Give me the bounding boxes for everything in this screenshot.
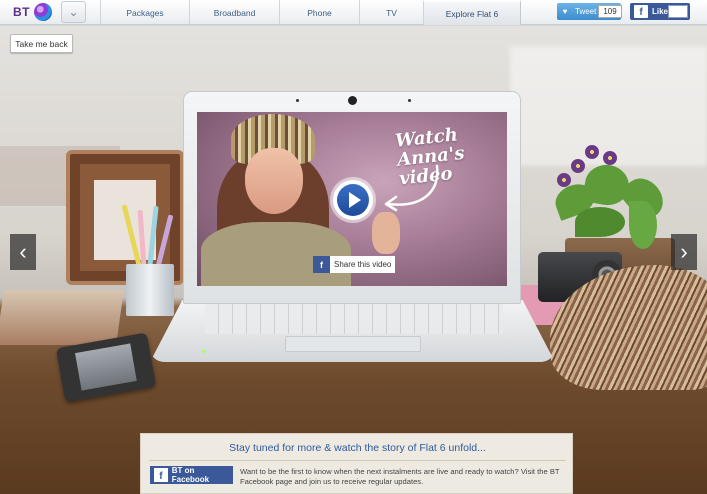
like-label: Like bbox=[652, 7, 669, 16]
chevron-double-down-icon[interactable]: ⌄ bbox=[61, 1, 86, 23]
main-nav: Packages Broadband Phone TV Explore Flat… bbox=[100, 0, 521, 25]
facebook-f-icon: f bbox=[634, 5, 648, 18]
laptop-keyboard bbox=[205, 304, 503, 334]
play-video-button[interactable] bbox=[333, 180, 373, 220]
chevron-right-icon[interactable]: › bbox=[671, 234, 697, 270]
tweet-count: 109 bbox=[598, 5, 622, 18]
nav-tab-broadband[interactable]: Broadband bbox=[189, 0, 279, 25]
logo-text: BT bbox=[13, 5, 30, 19]
bt-logo[interactable]: BT bbox=[0, 0, 60, 25]
info-title: Stay tuned for more & watch the story of… bbox=[229, 442, 486, 454]
chevron-left-icon[interactable]: ‹ bbox=[10, 234, 36, 270]
stacked-books bbox=[0, 290, 124, 345]
laptop-touchpad bbox=[285, 336, 421, 352]
facebook-f-icon: f bbox=[154, 468, 168, 482]
facebook-f-icon: f bbox=[313, 256, 330, 273]
video-still-face bbox=[245, 148, 303, 214]
video-screen[interactable]: Watch Anna's video f Share this video bbox=[197, 112, 507, 286]
bt-on-facebook-button[interactable]: f BT on Facebook bbox=[150, 466, 233, 484]
twitter-bird-icon: ♥ bbox=[562, 7, 568, 16]
bt-globe-icon bbox=[34, 3, 52, 21]
share-label: Share this video bbox=[334, 260, 392, 269]
like-count-box bbox=[668, 5, 688, 18]
pencil-cup bbox=[121, 204, 174, 316]
potted-plant bbox=[545, 145, 680, 265]
share-video-button[interactable]: f Share this video bbox=[313, 256, 395, 273]
fb-button-label: BT on Facebook bbox=[171, 466, 210, 484]
curved-arrow-icon bbox=[384, 164, 439, 212]
take-me-back-button[interactable]: Take me back bbox=[10, 34, 73, 53]
nav-tab-packages[interactable]: Packages bbox=[100, 0, 189, 25]
nav-tab-tv[interactable]: TV bbox=[359, 0, 423, 25]
nav-tab-explore-flat-6[interactable]: Explore Flat 6 bbox=[423, 0, 521, 25]
divider bbox=[149, 460, 566, 461]
nav-tab-phone[interactable]: Phone bbox=[279, 0, 359, 25]
power-led bbox=[202, 350, 206, 353]
info-panel: Stay tuned for more & watch the story of… bbox=[140, 433, 573, 494]
flat-6-scene: Watch Anna's video f Share this video ‹ … bbox=[0, 26, 707, 494]
video-still-hand bbox=[372, 212, 400, 254]
top-navigation-bar: BT ⌄ Packages Broadband Phone TV Explore… bbox=[0, 0, 707, 25]
info-description: Want to be the first to know when the ne… bbox=[240, 467, 560, 486]
play-icon bbox=[337, 184, 369, 216]
video-still-sweater bbox=[201, 222, 351, 286]
